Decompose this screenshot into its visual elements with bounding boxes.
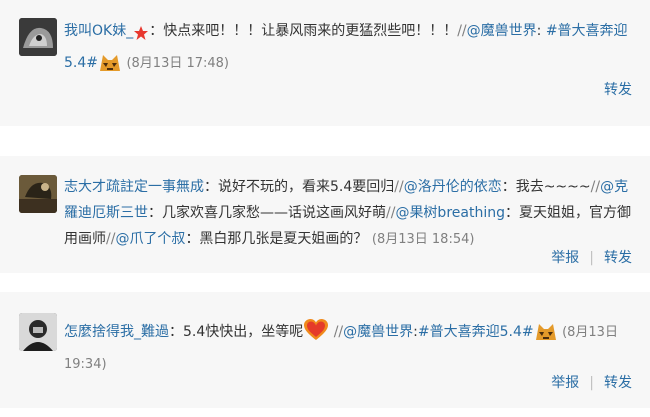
report-button[interactable]: 举报 bbox=[551, 250, 579, 266]
comment-actions: 举报 | 转发 bbox=[551, 372, 632, 392]
username-link[interactable]: 我叫OK妹_ bbox=[64, 23, 133, 39]
comment-body: 我叫OK妹_ ：快点来吧！！！让暴风雨来的更猛烈些吧！！！//@魔兽世界: #普大… bbox=[64, 18, 636, 82]
comment-actions: 举报 | 转发 bbox=[551, 247, 632, 267]
comment-text: ：我去~~~~ bbox=[501, 179, 591, 195]
comment-body: 怎麼捨得我_難過：5.4快快出，坐等呢 //@魔兽世界:#普大喜奔迎5.4# (… bbox=[64, 318, 636, 378]
repost-separator: // bbox=[590, 179, 601, 195]
comment-card: 怎麼捨得我_難過：5.4快快出，坐等呢 //@魔兽世界:#普大喜奔迎5.4# (… bbox=[0, 292, 650, 408]
mention-link[interactable]: @爪了个叔 bbox=[115, 231, 185, 247]
forward-button[interactable]: 转发 bbox=[604, 375, 632, 391]
sticker-icon bbox=[98, 51, 122, 82]
username-link[interactable]: 志大才疏註定一事無成 bbox=[64, 179, 204, 195]
sticker-icon bbox=[534, 320, 558, 351]
mention-link[interactable]: @魔兽世界 bbox=[343, 324, 413, 340]
comment-card: 志大才疏註定一事無成：说好不玩的，看来5.4要回归//@洛丹伦的依恋：我去~~~… bbox=[0, 156, 650, 273]
report-button[interactable]: 举报 bbox=[551, 375, 579, 391]
avatar[interactable] bbox=[19, 313, 57, 351]
avatar[interactable] bbox=[19, 18, 57, 56]
comment-text: ：几家欢喜几家愁——话说这画风好萌 bbox=[148, 205, 386, 221]
avatar[interactable] bbox=[19, 175, 57, 213]
comment-body: 志大才疏註定一事無成：说好不玩的，看来5.4要回归//@洛丹伦的依恋：我去~~~… bbox=[64, 174, 636, 253]
username-link[interactable]: 怎麼捨得我_難過 bbox=[64, 324, 169, 340]
forward-button[interactable]: 转发 bbox=[604, 82, 632, 98]
comment-feed: 我叫OK妹_ ：快点来吧！！！让暴风雨来的更猛烈些吧！！！//@魔兽世界: #普大… bbox=[0, 0, 650, 417]
repost-separator: // bbox=[394, 179, 404, 195]
red-star-icon bbox=[133, 24, 149, 50]
action-divider: | bbox=[589, 375, 594, 391]
comment-card: 我叫OK妹_ ：快点来吧！！！让暴风雨来的更猛烈些吧！！！//@魔兽世界: #普大… bbox=[0, 0, 650, 126]
forward-button[interactable]: 转发 bbox=[604, 250, 632, 266]
comment-text: ：快点来吧！！！让暴风雨来的更猛烈些吧！！！ bbox=[149, 23, 458, 39]
comment-actions: 转发 bbox=[604, 79, 632, 99]
comment-text: ：黑白那几张是夏天姐画的？ bbox=[185, 231, 368, 247]
comment-text: : bbox=[536, 23, 546, 39]
timestamp: (8月13日 18:54) bbox=[371, 232, 475, 247]
mention-link[interactable]: @果树breathing bbox=[395, 205, 505, 221]
heart-icon bbox=[303, 318, 329, 351]
timestamp: (8月13日 17:48) bbox=[126, 56, 230, 71]
comment-text: ：说好不玩的，看来5.4要回归 bbox=[204, 179, 395, 195]
hashtag-link[interactable]: #普大喜奔迎5.4# bbox=[418, 324, 534, 340]
mention-link[interactable]: @魔兽世界 bbox=[467, 23, 537, 39]
action-divider: | bbox=[589, 250, 594, 266]
comment-text: ：5.4快快出，坐等呢 bbox=[169, 324, 304, 340]
mention-link[interactable]: @洛丹伦的依恋 bbox=[404, 179, 502, 195]
repost-separator: // bbox=[457, 23, 467, 39]
repost-separator: // bbox=[333, 324, 344, 340]
